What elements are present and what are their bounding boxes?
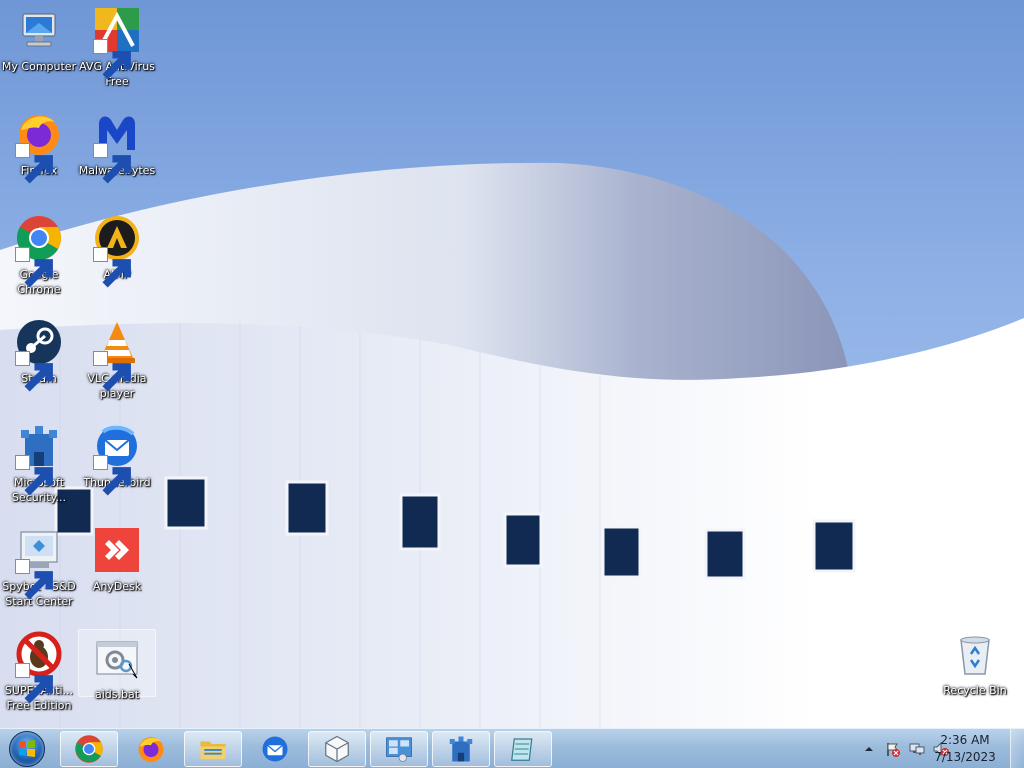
malwarebytes-icon [93, 110, 141, 184]
thunderbird-icon [93, 422, 141, 496]
notepad-icon [511, 738, 533, 761]
batch-file-icon [93, 634, 141, 682]
shortcut-arrow-icon [93, 39, 131, 80]
desktop-icon-recycle-bin[interactable]: Recycle Bin [936, 626, 1014, 722]
windows-logo-icon [9, 731, 45, 767]
shortcut-arrow-icon [15, 559, 53, 600]
clock-time: 2:36 AM [940, 733, 990, 747]
show-hidden-icons-icon[interactable] [860, 740, 878, 758]
desktop-icon-aimp[interactable]: AIMP [78, 210, 156, 306]
desktop-icon-avg-antivirus[interactable]: AVG AntiVirus Free [78, 2, 156, 98]
taskbar-button-control-panel[interactable] [370, 731, 428, 767]
firefox-icon [15, 110, 63, 184]
control-panel-icon [386, 737, 412, 762]
taskbar: 2:36 AM 7/13/2023 [0, 728, 1024, 768]
steam-icon [15, 318, 63, 392]
computer-icon [15, 6, 63, 54]
taskbar-button-explorer[interactable] [184, 731, 242, 767]
recycle-bin-icon [951, 630, 999, 678]
superantispyware-icon [15, 630, 63, 704]
box-icon [325, 735, 349, 763]
clock-date: 7/13/2023 [934, 750, 996, 764]
desktop-icon-anydesk[interactable]: AnyDesk [78, 522, 156, 618]
desktop-icon-aids-bat[interactable]: aids.bat [78, 629, 156, 701]
desktop-icon-spybot[interactable]: Spybot - S&D Start Center [0, 522, 78, 618]
taskbar-button-package[interactable] [308, 731, 366, 767]
clock[interactable]: 2:36 AM 7/13/2023 [930, 732, 1000, 766]
avg-icon [93, 6, 141, 80]
desktop-icon-microsoft-security[interactable]: Microsoft Security... [0, 418, 78, 514]
shortcut-arrow-icon [15, 455, 53, 496]
shortcut-arrow-icon [93, 351, 131, 392]
taskbar-button-notepad[interactable] [494, 731, 552, 767]
spybot-icon [15, 526, 63, 600]
desktop-icon-google-chrome[interactable]: Google Chrome [0, 210, 78, 306]
microsoft-security-icon [15, 422, 63, 496]
desktop-icon-steam[interactable]: Steam [0, 314, 78, 410]
desktop-icon-malwarebytes[interactable]: Malwarebytes [78, 106, 156, 202]
desktop-icon-superantispyware[interactable]: SUPERAnti... Free Edition [0, 626, 78, 722]
show-desktop-button[interactable] [1010, 729, 1024, 768]
thunderbird-icon [262, 736, 288, 762]
desktop-icon-firefox[interactable]: Firefox [0, 106, 78, 202]
aimp-icon [93, 214, 141, 288]
taskbar-button-firefox[interactable] [122, 731, 180, 767]
desktop-icon-vlc[interactable]: VLC media player [78, 314, 156, 410]
chrome-icon [15, 214, 63, 288]
desktop-icon-my-computer[interactable]: My Computer [0, 2, 78, 98]
shortcut-arrow-icon [15, 143, 53, 184]
anydesk-icon [93, 526, 141, 574]
shortcut-arrow-icon [15, 351, 53, 392]
chrome-icon [75, 735, 103, 763]
taskbar-button-chrome[interactable] [60, 731, 118, 767]
desktop-icon-thunderbird[interactable]: Thunderbird [78, 418, 156, 514]
vlc-icon [93, 318, 141, 392]
desktop-icon-label: AnyDesk [92, 580, 142, 593]
shortcut-arrow-icon [93, 247, 131, 288]
desktop-icon-label: aids.bat [94, 688, 140, 701]
taskbar-button-thunderbird[interactable] [246, 731, 304, 767]
shortcut-arrow-icon [93, 455, 131, 496]
start-button[interactable] [4, 730, 50, 768]
shortcut-arrow-icon [15, 247, 53, 288]
desktop-icon-label: Recycle Bin [943, 684, 1007, 697]
network-icon[interactable] [908, 740, 926, 758]
action-center-flag-icon[interactable] [884, 740, 902, 758]
firefox-icon [138, 737, 164, 763]
microsoft-security-icon [449, 736, 473, 762]
folder-icon [200, 741, 226, 759]
desktop[interactable]: My Computer AVG AntiVirus Free Firefox M… [0, 0, 1024, 728]
shortcut-arrow-icon [93, 143, 131, 184]
shortcut-arrow-icon [15, 663, 53, 704]
taskbar-button-microsoft-security[interactable] [432, 731, 490, 767]
desktop-icon-label: My Computer [1, 60, 77, 73]
